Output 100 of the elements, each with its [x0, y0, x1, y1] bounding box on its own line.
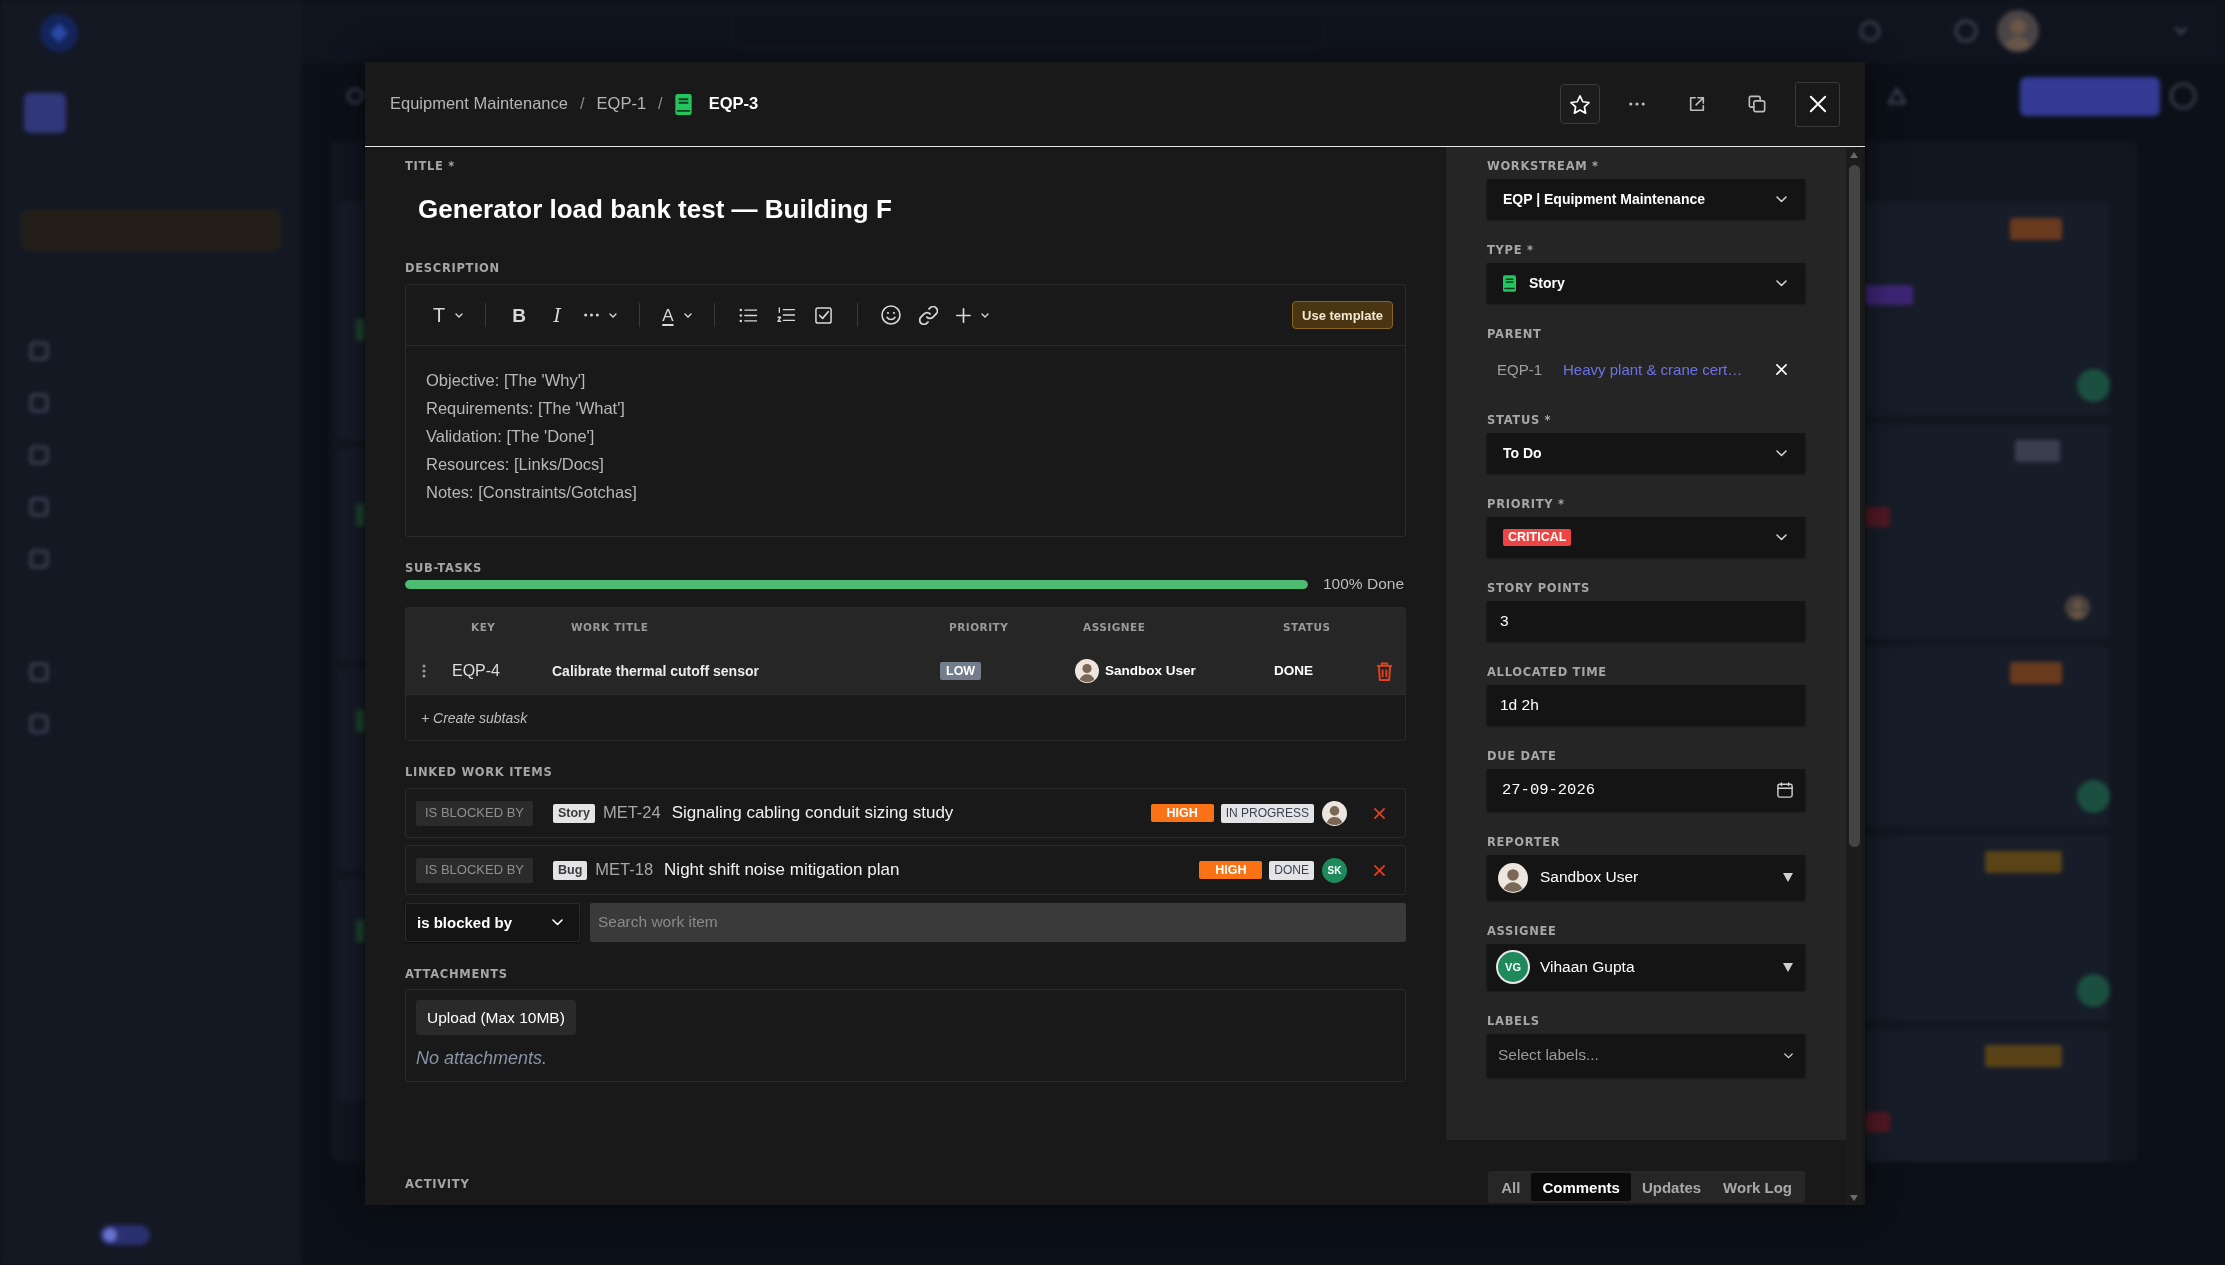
workspace-avatar-icon[interactable]	[24, 93, 66, 133]
column-header: KEY	[470, 620, 497, 636]
dropdown-field[interactable]: CRITICAL	[1487, 517, 1805, 557]
circle-icon[interactable]	[347, 88, 363, 104]
relation-dropdown[interactable]: is blocked by	[405, 903, 580, 942]
table-cell-text: DONE	[1273, 662, 1314, 681]
upload-button[interactable]: Upload (Max 10MB)	[416, 1000, 576, 1035]
activity-tab[interactable]: All	[1490, 1173, 1532, 1201]
drag-handle-icon[interactable]	[421, 664, 426, 678]
nav-item-icon[interactable]	[30, 663, 48, 681]
column-header: STATUS	[1282, 620, 1332, 636]
chevron-down-icon	[1776, 533, 1787, 541]
bold-button[interactable]: B	[504, 300, 535, 330]
breadcrumb-current: EQP-3	[708, 93, 759, 115]
chevron-down-icon	[1776, 449, 1787, 457]
chevron-down-icon[interactable]	[2175, 26, 2187, 35]
field-label: TITLE *	[405, 158, 456, 174]
date-field[interactable]: 27-09-2026	[1487, 769, 1805, 811]
close-icon	[1808, 95, 1827, 113]
italic-button[interactable]: I	[542, 300, 573, 330]
nav-item-icon[interactable]	[30, 498, 48, 516]
circle-icon[interactable]	[1955, 19, 1977, 42]
item-title: Signaling cabling conduit sizing study	[671, 801, 954, 824]
activity-tab[interactable]: Work Log	[1712, 1173, 1803, 1201]
toggle-switch[interactable]	[100, 1225, 150, 1245]
linked-item-row[interactable]: IS BLOCKED BY Story MET-24 Signaling cabling conduit sizing study HIGH IN PROGRESS	[405, 788, 1406, 838]
labels-dropdown[interactable]: Select labels...	[1487, 1034, 1805, 1077]
person-silhouette-icon	[1075, 659, 1099, 683]
dropdown-field[interactable]: To Do	[1487, 433, 1805, 473]
scrollbar-thumb[interactable]	[1848, 165, 1860, 847]
more-icon	[1629, 102, 1645, 106]
more-icon	[584, 313, 600, 317]
book-icon	[1503, 274, 1516, 292]
activity-tab[interactable]: Comments	[1531, 1173, 1631, 1201]
tag-chip	[1865, 285, 1913, 305]
parent-link[interactable]: Heavy plant & crane cert…	[1563, 359, 1743, 380]
linked-item-row[interactable]: IS BLOCKED BY Bug MET-18 Night shift noise mitigation plan HIGH DONE SK	[405, 845, 1406, 895]
person-silhouette-icon[interactable]	[1997, 9, 2039, 52]
relation-tag: IS BLOCKED BY	[416, 857, 533, 883]
progress-reading: 100% Done	[1323, 573, 1404, 594]
field-label: STATUS *	[1487, 412, 1552, 428]
circle-icon[interactable]	[1860, 20, 1880, 41]
dropdown-field[interactable]: EQP | Equipment Maintenance	[1487, 179, 1805, 219]
use-template-button[interactable]: Use template	[1292, 301, 1393, 329]
close-button[interactable]	[1795, 81, 1840, 127]
tag-chip	[356, 319, 365, 341]
star-button[interactable]	[1560, 84, 1600, 124]
tag-chip	[2015, 440, 2060, 462]
triangle-icon[interactable]	[1888, 88, 1906, 104]
priority-badge: HIGH	[1199, 861, 1263, 879]
calendar-icon[interactable]	[1777, 782, 1793, 798]
priority-badge: LOW	[940, 662, 982, 680]
field-label: PARENT	[1487, 326, 1542, 342]
circle-icon[interactable]	[2170, 83, 2196, 109]
title-field[interactable]: Generator load bank test — Building F	[405, 180, 1406, 240]
activity-tab[interactable]: Updates	[1630, 1173, 1713, 1201]
field-label: LINKED WORK ITEMS	[405, 764, 553, 780]
text-color-button[interactable]: A	[658, 300, 696, 330]
section-label: ACTIVITY	[405, 1176, 470, 1192]
breadcrumb-link[interactable]: Equipment Maintenance	[390, 93, 568, 115]
tag-chip	[1865, 507, 1890, 527]
text-input-field[interactable]: 3	[1487, 601, 1805, 641]
user-dropdown[interactable]: VG Vihaan Gupta	[1487, 944, 1805, 990]
chevron-down-icon	[1776, 195, 1787, 203]
relation-tag: IS BLOCKED BY	[416, 800, 533, 826]
column-header: PRIORITY	[948, 620, 1010, 636]
description-field[interactable]: Objective: [The 'Why'] Requirements: [The 'What'] Validation: [The 'Done'] Resources: [Links/Docs] Notes: [Constraints/Gotchas]	[406, 346, 1405, 536]
item-key: MET-18	[595, 859, 654, 881]
item-title: Night shift noise mitigation plan	[664, 858, 900, 881]
field-label: REPORTER	[1487, 834, 1561, 850]
breadcrumb-separator: /	[579, 93, 585, 115]
user-dropdown[interactable]: Sandbox User	[1487, 855, 1805, 900]
checkbox-icon	[815, 306, 833, 324]
empty-message: No attachments.	[416, 1047, 548, 1070]
dropdown-field[interactable]: Story	[1487, 263, 1805, 303]
primary-button[interactable]	[2020, 76, 2160, 116]
text-style-button[interactable]: T	[429, 300, 468, 330]
type-tag: Bug	[553, 860, 588, 880]
scroll-up-arrow-icon[interactable]	[1850, 152, 1858, 158]
avatar-circle-icon	[2077, 780, 2110, 813]
avatar-circle-icon	[2077, 974, 2110, 1007]
numbered-list-icon	[776, 307, 795, 323]
field-label: DUE DATE	[1487, 748, 1557, 764]
text-input-field[interactable]: 1d 2h	[1487, 685, 1805, 725]
nav-item-icon[interactable]	[30, 715, 48, 733]
nav-item-icon[interactable]	[30, 550, 48, 568]
create-subtask-link[interactable]: + Create subtask	[406, 694, 1405, 740]
status-badge: IN PROGRESS	[1220, 803, 1314, 823]
book-icon	[674, 93, 692, 115]
trash-icon[interactable]	[1376, 661, 1393, 681]
field-label: PRIORITY *	[1487, 496, 1565, 512]
breadcrumb-link[interactable]: EQP-1	[596, 93, 647, 115]
scroll-down-arrow-icon[interactable]	[1850, 1195, 1858, 1201]
initials-avatar: SK	[1322, 857, 1347, 883]
caret-icon	[980, 312, 989, 318]
parent-key: EQP-1	[1497, 359, 1542, 380]
nav-item-icon[interactable]	[30, 394, 48, 412]
field-label: TYPE *	[1487, 242, 1534, 258]
nav-item-icon[interactable]	[30, 342, 48, 360]
nav-item-icon[interactable]	[30, 446, 48, 464]
